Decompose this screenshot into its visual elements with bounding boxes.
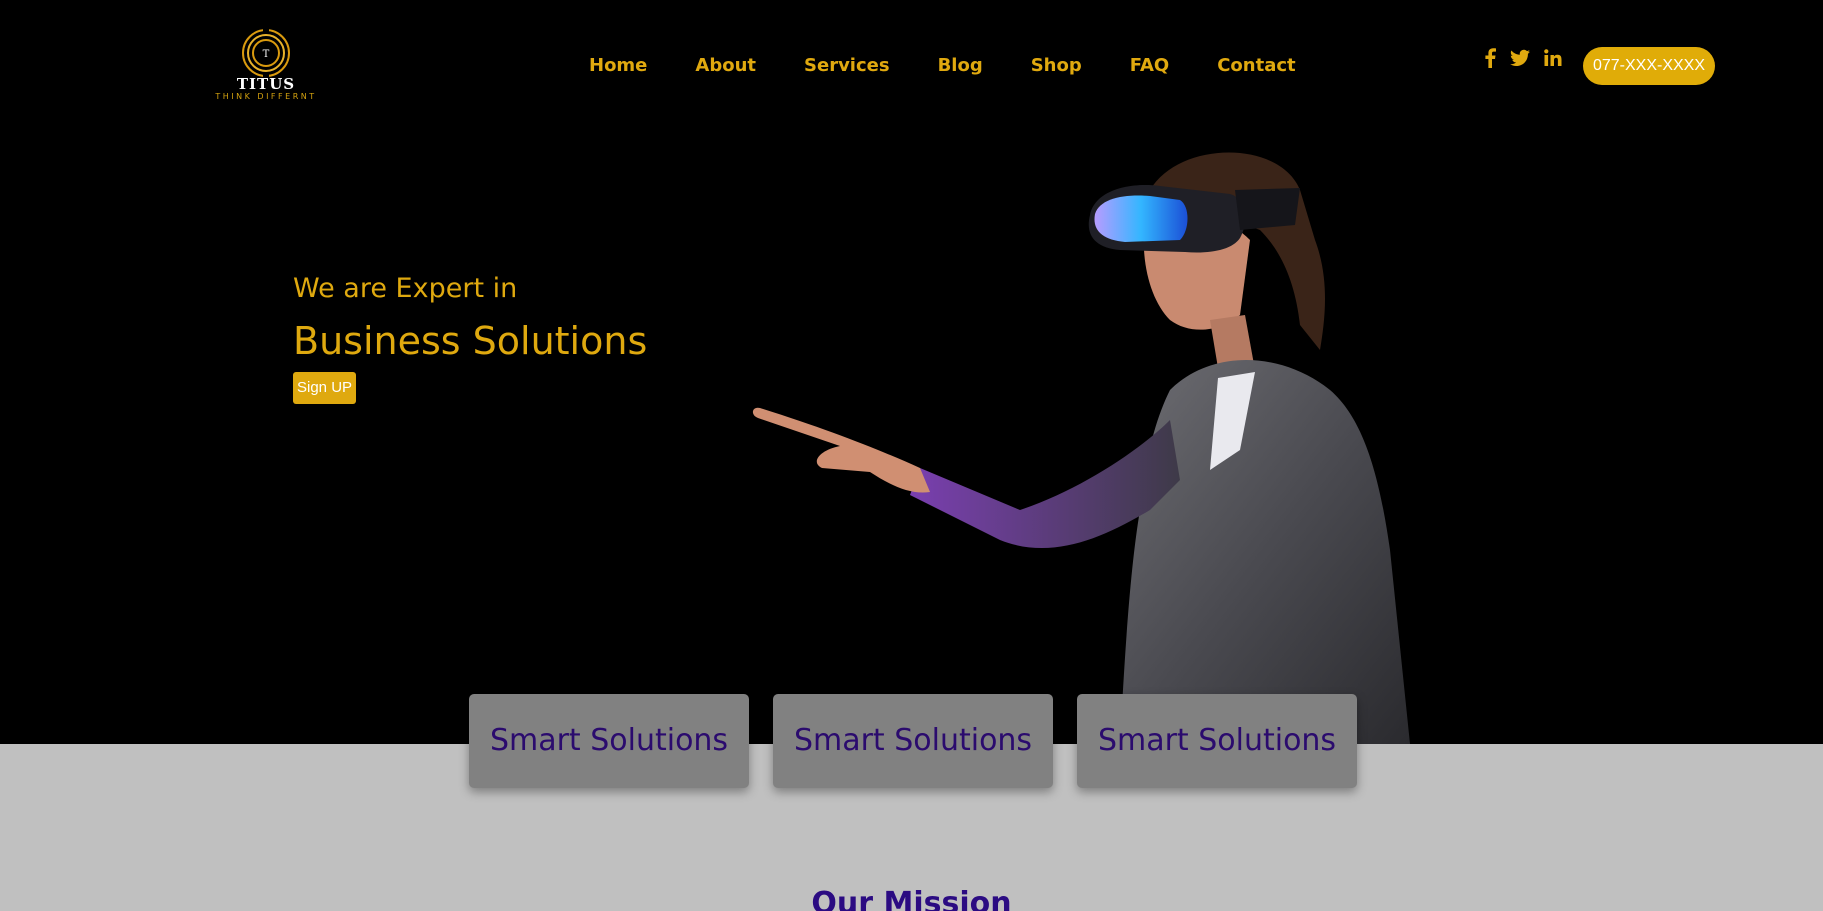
card-title: Smart Solutions [489,723,729,758]
titus-emblem-icon: T [242,28,290,78]
card-title: Smart Solutions [1097,723,1337,758]
card-title: Smart Solutions [793,723,1033,758]
logo-tagline: THINK DIFFERNT [215,92,317,101]
hero-text: We are Expert in Business Solutions Sign… [293,272,647,404]
nav-services[interactable]: Services [804,54,890,78]
nav-contact[interactable]: Contact [1217,54,1295,78]
nav-home[interactable]: Home [589,54,647,78]
facebook-icon[interactable] [1484,48,1496,72]
feature-card[interactable]: Smart Solutions [1077,694,1357,788]
svg-text:T: T [263,49,270,60]
nav-blog[interactable]: Blog [938,54,983,78]
feature-card[interactable]: Smart Solutions [773,694,1053,788]
signup-button[interactable]: Sign UP [293,372,357,404]
nav-shop[interactable]: Shop [1031,54,1082,78]
hero-title: Business Solutions [293,319,648,363]
hero-subtitle: We are Expert in [293,273,518,304]
logo-name: TITUS [236,75,296,93]
main-nav: Home About Services Blog Shop FAQ Contac… [589,53,1296,79]
logo[interactable]: T TITUS THINK DIFFERNT [206,28,326,104]
hero-vr-woman-image [752,152,1410,744]
social-links [1484,48,1576,72]
mission-heading: Our Mission [811,886,1012,911]
twitter-icon[interactable] [1510,49,1530,71]
phone-button[interactable]: 077-XXX-XXXX [1583,47,1715,85]
site-header: T TITUS THINK DIFFERNT Home About Servic… [0,0,1823,130]
nav-about[interactable]: About [695,54,756,78]
feature-card[interactable]: Smart Solutions [469,694,749,788]
nav-faq[interactable]: FAQ [1130,54,1169,78]
feature-cards: Smart Solutions Smart Solutions Smart So… [469,694,1357,788]
linkedin-icon[interactable] [1544,49,1562,71]
